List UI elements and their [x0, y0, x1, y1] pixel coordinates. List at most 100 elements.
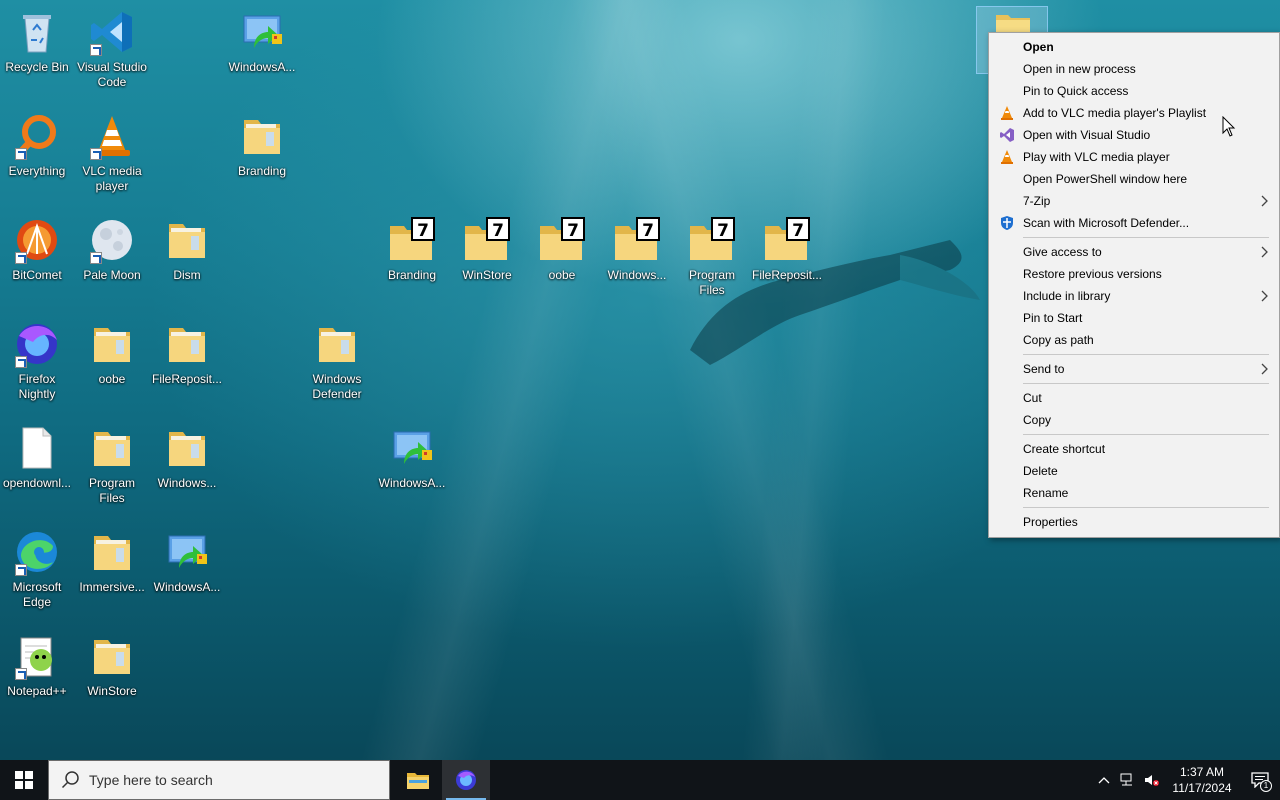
desktop-icon[interactable]: opendownl... [0, 420, 74, 520]
volume-muted-icon[interactable] [1140, 760, 1164, 800]
desktop-icon[interactable]: Windows... [150, 420, 224, 520]
desktop-icon-label: WindowsA... [153, 580, 221, 594]
search-placeholder: Type here to search [89, 772, 213, 788]
context-menu-item[interactable]: Give access to [989, 241, 1279, 263]
desktop-icon-label: BitComet [12, 268, 62, 282]
context-menu-item[interactable]: Restore previous versions [989, 263, 1279, 285]
menu-separator [1023, 507, 1269, 508]
bitcomet-icon [13, 216, 61, 264]
vlc-cone-icon [999, 105, 1015, 121]
context-menu-item[interactable]: Open PowerShell window here [989, 168, 1279, 190]
desktop-icon[interactable]: oobe [75, 316, 149, 416]
context-menu-item[interactable]: Include in library [989, 285, 1279, 307]
desktop-icon[interactable]: 7 Windows... [600, 212, 674, 312]
menu-separator [1023, 383, 1269, 384]
desktop-icon-label: Branding [237, 164, 287, 178]
taskbar-clock[interactable]: 1:37 AM 11/17/2024 [1164, 764, 1240, 796]
desktop-icon-label: Windows Defender [312, 372, 362, 401]
mouse-cursor [1222, 116, 1236, 137]
shortcut-arrow-icon [15, 356, 27, 368]
desktop-icon[interactable]: Firefox Nightly [0, 316, 74, 416]
context-menu-item[interactable]: Create shortcut [989, 438, 1279, 460]
context-menu-item[interactable]: Send to [989, 358, 1279, 380]
shortcut-arrow-icon [15, 564, 27, 576]
context-menu-item[interactable]: Copy as path [989, 329, 1279, 351]
desktop-icon[interactable]: 7 Branding [375, 212, 449, 312]
svg-text:7: 7 [492, 221, 504, 241]
menu-item-label: Open PowerShell window here [1023, 172, 1188, 186]
desktop-icon[interactable]: Pale Moon [75, 212, 149, 312]
file-icon [13, 424, 61, 472]
taskbar-search-box[interactable]: Type here to search [48, 760, 390, 800]
desktop-icon[interactable]: 7 WinStore [450, 212, 524, 312]
7zip-archive-icon: 7 [388, 216, 436, 264]
desktop-icon[interactable]: Windows Defender [300, 316, 374, 416]
svg-text:7: 7 [717, 221, 729, 241]
context-menu-item[interactable]: Delete [989, 460, 1279, 482]
folder-icon [88, 424, 136, 472]
desktop-icon[interactable]: 7 FileReposit... [750, 212, 824, 312]
desktop-icon[interactable]: WinStore [75, 628, 149, 728]
vlc-icon [88, 112, 136, 160]
desktop-icon[interactable]: Microsoft Edge [0, 524, 74, 624]
folder-icon [313, 320, 361, 368]
tray-overflow-chevron-icon[interactable] [1092, 760, 1116, 800]
context-menu-item[interactable]: Rename [989, 482, 1279, 504]
context-menu-item[interactable]: Copy [989, 409, 1279, 431]
menu-separator [1023, 237, 1269, 238]
desktop-icon[interactable]: FileReposit... [150, 316, 224, 416]
taskbar: Type here to search 1:37 AM 11/17/2024 1 [0, 760, 1280, 800]
menu-item-label: Open in new process [1023, 62, 1136, 76]
menu-item-label: Copy as path [1023, 333, 1094, 347]
menu-item-label: Copy [1023, 413, 1052, 427]
context-menu-item[interactable]: Scan with Microsoft Defender... [989, 212, 1279, 234]
desktop-icon[interactable]: WindowsA... [225, 4, 299, 104]
desktop-icon[interactable]: 7 Program Files [675, 212, 749, 312]
desktop-icon[interactable]: Recycle Bin [0, 4, 74, 104]
context-menu-item[interactable]: Properties [989, 511, 1279, 533]
desktop-icon[interactable]: Notepad++ [0, 628, 74, 728]
menu-item-label: Rename [1023, 486, 1069, 500]
taskbar-firefox-nightly[interactable] [442, 760, 490, 800]
desktop-icon-label: Everything [8, 164, 66, 178]
clock-time: 1:37 AM [1179, 765, 1225, 779]
action-center-button[interactable]: 1 [1240, 760, 1280, 800]
desktop-icon[interactable]: Immersive... [75, 524, 149, 624]
desktop-icon[interactable]: Program Files [75, 420, 149, 520]
7zip-archive-icon: 7 [763, 216, 811, 264]
desktop-icon-label: Program Files [88, 476, 135, 505]
chevron-right-icon [1261, 190, 1269, 213]
taskbar-file-explorer[interactable] [394, 760, 442, 800]
desktop-icon[interactable]: Everything [0, 108, 74, 208]
firefox-nightly-icon [456, 770, 476, 790]
menu-item-label: Delete [1023, 464, 1058, 478]
desktop-icon[interactable]: WindowsA... [150, 524, 224, 624]
context-menu-item[interactable]: 7-Zip [989, 190, 1279, 212]
context-menu-item[interactable]: Open in new process [989, 58, 1279, 80]
everything-search-icon [13, 112, 61, 160]
start-button[interactable] [0, 760, 48, 800]
context-menu-item[interactable]: Pin to Start [989, 307, 1279, 329]
desktop-icon[interactable]: BitComet [0, 212, 74, 312]
network-icon[interactable] [1116, 760, 1140, 800]
folder-icon [238, 112, 286, 160]
context-menu-item[interactable]: Pin to Quick access [989, 80, 1279, 102]
menu-item-label: Give access to [1023, 245, 1102, 259]
desktop-icon[interactable]: Dism [150, 212, 224, 312]
7zip-archive-icon: 7 [688, 216, 736, 264]
menu-item-label: Scan with Microsoft Defender... [1023, 216, 1190, 230]
windows-app-icon [163, 528, 211, 576]
svg-text:7: 7 [417, 221, 429, 241]
desktop-icon[interactable]: VLC media player [75, 108, 149, 208]
desktop-icon[interactable]: WindowsA... [375, 420, 449, 520]
context-menu-item[interactable]: Cut [989, 387, 1279, 409]
desktop-icon[interactable]: 7 oobe [525, 212, 599, 312]
context-menu-item[interactable]: Play with VLC media player [989, 146, 1279, 168]
desktop-icon[interactable]: Visual Studio Code [75, 4, 149, 104]
desktop-icon[interactable]: Branding [225, 108, 299, 208]
shortcut-arrow-icon [15, 252, 27, 264]
menu-item-label: Add to VLC media player's Playlist [1023, 106, 1207, 120]
context-menu-item[interactable]: Open [989, 36, 1279, 58]
desktop-icon-label: oobe [548, 268, 576, 282]
folder-icon [163, 216, 211, 264]
